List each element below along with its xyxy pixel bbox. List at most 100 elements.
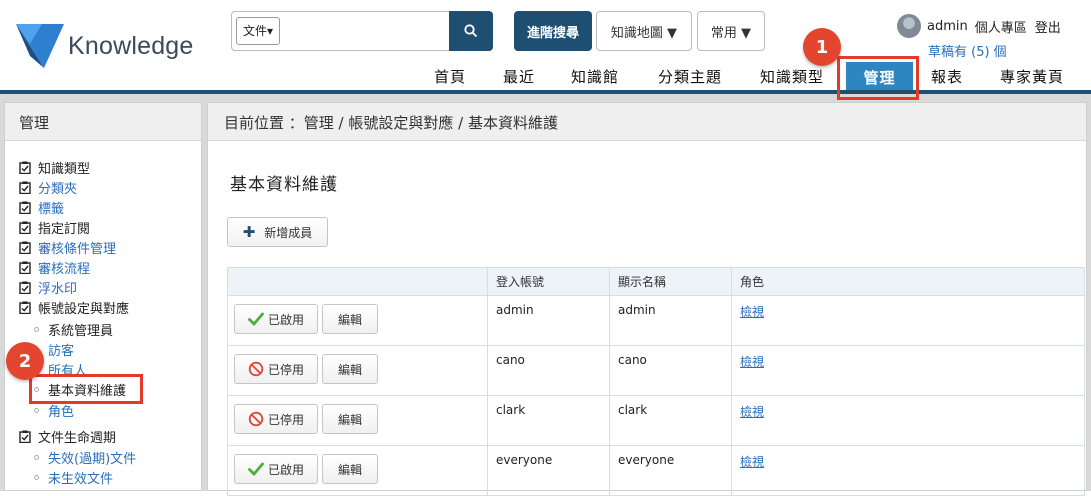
table-header-row: 登入帳號 顯示名稱 角色 — [227, 267, 1085, 296]
sidebar-item-label: 文件生命週期 — [38, 431, 117, 446]
sidebar-subitem-label: 訪客 — [48, 344, 75, 359]
role-cell: 檢視 — [731, 295, 1085, 346]
search-type-select[interactable]: 文件▾ — [236, 17, 281, 45]
profile-link[interactable]: 個人專區 — [975, 17, 1027, 36]
status-toggle-button[interactable]: 已停用 — [234, 354, 318, 384]
clipboard-check-icon — [19, 241, 31, 254]
account-cell: cano — [487, 345, 610, 396]
nav-topics[interactable]: 分類主題 — [658, 66, 722, 87]
avatar[interactable] — [897, 14, 921, 38]
header: Knowledge 文件▾ 進階搜尋 知識地圖 ▼ 常用 ▼ admin 個人專… — [0, 0, 1091, 100]
logo-text: Knowledge — [68, 31, 194, 60]
sidebar-item-label: 知識類型 — [38, 162, 91, 177]
column-header-display-name: 顯示名稱 — [609, 267, 732, 296]
sidebar-subitem-sysadmin[interactable]: 系統管理員 — [34, 320, 113, 339]
sidebar-item-accounts[interactable]: 帳號設定與對應 — [19, 298, 129, 317]
sidebar-subitem-expired[interactable]: 失效(過期)文件 — [34, 448, 136, 467]
sidebar-item-label: 指定訂閱 — [38, 222, 91, 237]
breadcrumb: 目前位置 ：管理 / 帳號設定與對應 / 基本資料維護 — [208, 103, 1086, 141]
edit-button[interactable]: 編輯 — [322, 454, 378, 484]
edit-button[interactable]: 編輯 — [322, 304, 378, 334]
status-label: 已啟用 — [267, 462, 304, 477]
ban-icon — [248, 361, 264, 377]
common-dropdown[interactable]: 常用 ▼ — [697, 11, 765, 51]
main-panel: 目前位置 ：管理 / 帳號設定與對應 / 基本資料維護 基本資料維護 ✚ 新增成… — [207, 102, 1087, 496]
display-name-cell: clark — [609, 395, 732, 446]
view-role-link[interactable]: 檢視 — [740, 455, 764, 469]
role-cell: 檢視 — [731, 445, 1085, 496]
knowledge-map-dropdown[interactable]: 知識地圖 ▼ — [596, 11, 692, 51]
search-box: 文件▾ — [231, 11, 449, 51]
advanced-search-button[interactable]: 進階搜尋 — [514, 11, 592, 51]
plus-icon: ✚ — [242, 223, 256, 241]
column-header-actions — [227, 267, 488, 296]
edit-button[interactable]: 編輯 — [322, 354, 378, 384]
column-header-role: 角色 — [731, 267, 1085, 296]
sidebar-subitem-label: 失效(過期)文件 — [48, 452, 137, 467]
role-cell: 檢視 — [731, 395, 1085, 446]
clipboard-check-icon — [19, 181, 31, 194]
role-cell: 檢視 — [731, 345, 1085, 396]
actions-cell: 已啟用 編輯 — [227, 295, 488, 346]
sidebar-item-lifecycle[interactable]: 文件生命週期 — [19, 427, 116, 446]
sidebar-item-review-conditions[interactable]: 審核條件管理 — [19, 238, 116, 257]
status-label: 已停用 — [267, 412, 304, 427]
highlight-box-basic-data — [29, 374, 143, 404]
bullet-icon — [34, 475, 39, 480]
search-input[interactable] — [294, 16, 444, 46]
table-row: 已停用 編輯 clark clark 檢視 — [227, 395, 1085, 446]
logout-link[interactable]: 登出 — [1035, 17, 1061, 36]
sidebar-item-watermark[interactable]: 浮水印 — [19, 278, 77, 297]
add-member-label: 新增成員 — [264, 225, 313, 240]
add-member-button[interactable]: ✚ 新增成員 — [227, 217, 328, 247]
nav-library[interactable]: 知識館 — [571, 66, 619, 87]
sidebar-item-knowledge-types[interactable]: 知識類型 — [19, 158, 90, 177]
logo[interactable]: Knowledge — [14, 22, 194, 70]
clipboard-check-icon — [19, 430, 31, 443]
sidebar-subitem-not-effective[interactable]: 未生效文件 — [34, 468, 113, 487]
logo-mark-icon — [16, 24, 64, 68]
check-icon — [248, 462, 264, 476]
edit-button[interactable]: 編輯 — [322, 404, 378, 434]
status-toggle-button[interactable]: 已啟用 — [234, 304, 318, 334]
account-cell: admin — [487, 295, 610, 346]
clipboard-check-icon — [19, 301, 31, 314]
sidebar-item-label: 標籤 — [38, 202, 65, 217]
bullet-icon — [34, 455, 39, 460]
user-area: admin 個人專區 登出 — [897, 14, 1061, 38]
sidebar-item-review-flow[interactable]: 審核流程 — [19, 258, 90, 277]
drafts-link[interactable]: 草稿有 (5) 個 — [928, 41, 1007, 60]
nav-reports[interactable]: 報表 — [931, 66, 963, 87]
annotation-badge-2: 2 — [6, 342, 44, 380]
view-role-link[interactable]: 檢視 — [740, 405, 764, 419]
sidebar-item-label: 審核流程 — [38, 262, 91, 277]
view-role-link[interactable]: 檢視 — [740, 305, 764, 319]
status-label: 已停用 — [267, 362, 304, 377]
table-row: 已啟用 編輯 everyone everyone 檢視 — [227, 445, 1085, 496]
clipboard-check-icon — [19, 261, 31, 274]
user-name[interactable]: admin — [927, 19, 968, 34]
search-button[interactable] — [449, 11, 493, 51]
nav-knowledge-types[interactable]: 知識類型 — [760, 66, 824, 87]
sidebar-item-label: 審核條件管理 — [38, 242, 117, 257]
nav-experts[interactable]: 專家黃頁 — [1000, 66, 1064, 87]
sidebar-item-tags[interactable]: 標籤 — [19, 198, 64, 217]
nav-home[interactable]: 首頁 — [434, 66, 466, 87]
actions-cell: 已停用 編輯 — [227, 395, 488, 446]
status-toggle-button[interactable]: 已停用 — [234, 404, 318, 434]
bullet-icon — [34, 408, 39, 413]
clipboard-check-icon — [19, 161, 31, 174]
status-toggle-button[interactable]: 已啟用 — [234, 454, 318, 484]
sidebar-item-label: 浮水印 — [38, 282, 78, 297]
nav-recent[interactable]: 最近 — [503, 66, 535, 87]
sidebar-item-folders[interactable]: 分類夾 — [19, 178, 77, 197]
page-title: 基本資料維護 — [230, 175, 338, 195]
clipboard-check-icon — [19, 221, 31, 234]
status-label: 已啟用 — [267, 312, 304, 327]
sidebar-item-subscriptions[interactable]: 指定訂閱 — [19, 218, 90, 237]
view-role-link[interactable]: 檢視 — [740, 355, 764, 369]
actions-cell: 已啟用 編輯 — [227, 445, 488, 496]
account-cell: everyone — [487, 445, 610, 496]
search-icon — [464, 24, 478, 38]
sidebar-subitem-label: 系統管理員 — [48, 324, 114, 339]
